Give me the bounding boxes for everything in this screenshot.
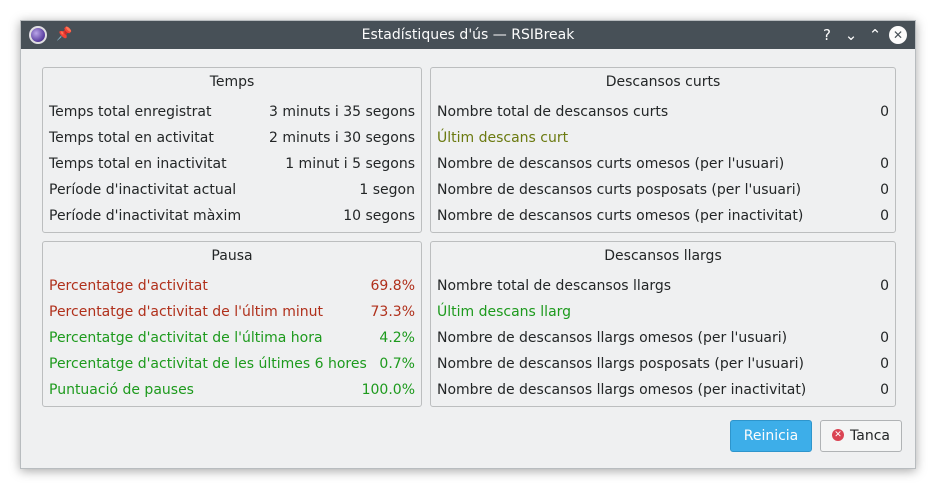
stat-row: Nombre de descansos curts posposats (per…: [437, 179, 889, 201]
statistics-dialog: 📌 Estadístiques d'ús — RSIBreak ? ⌄ ⌃ ✕ …: [20, 20, 916, 469]
group-title-descansos-curts: Descansos curts: [605, 74, 721, 90]
close-button[interactable]: ✕ Tanca: [820, 420, 902, 452]
stat-row: Percentatge d'activitat de l'última hora…: [49, 327, 415, 349]
stat-label: Percentatge d'activitat: [49, 278, 208, 294]
minimize-button[interactable]: ⌄: [841, 25, 861, 45]
stat-value: 0: [880, 156, 889, 172]
stat-value: 1 segon: [359, 182, 415, 198]
stat-label: Últim descans llarg: [437, 304, 572, 320]
stat-value: 69.8%: [370, 278, 415, 294]
close-icon: ✕: [832, 429, 845, 441]
stat-label: Percentatge d'activitat de les últimes 6…: [49, 356, 367, 372]
stat-row: Últim descans llarg: [437, 301, 889, 323]
close-window-button[interactable]: ✕: [889, 26, 907, 44]
stat-label: Període d'inactivitat actual: [49, 182, 237, 198]
close-button-label: Tanca: [850, 428, 890, 444]
reset-button[interactable]: Reinicia: [730, 420, 812, 452]
stat-label: Temps total enregistrat: [49, 104, 212, 120]
stat-row: Nombre de descansos curts omesos (per in…: [437, 205, 889, 227]
stat-value: 0: [880, 356, 889, 372]
stat-row: Nombre de descansos llargs omesos (per l…: [437, 327, 889, 349]
stat-row: Període d'inactivitat actual 1 segon: [49, 179, 415, 201]
stat-row: Nombre total de descansos curts 0: [437, 101, 889, 123]
stat-value: 0.7%: [379, 356, 415, 372]
stat-row: Percentatge d'activitat 69.8%: [49, 275, 415, 297]
stat-row: Període d'inactivitat màxim 10 segons: [49, 205, 415, 227]
stat-row: Nombre total de descansos llargs 0: [437, 275, 889, 297]
stat-label: Percentatge d'activitat de l'últim minut: [49, 304, 323, 320]
title-bar[interactable]: 📌 Estadístiques d'ús — RSIBreak ? ⌄ ⌃ ✕: [21, 21, 915, 49]
stat-value: 0: [880, 104, 889, 120]
stat-row: Nombre de descansos llargs omesos (per i…: [437, 379, 889, 401]
group-pausa: Pausa Percentatge d'activitat 69.8% Perc…: [42, 241, 422, 407]
stat-value: 100.0%: [361, 382, 415, 398]
stat-value: 0: [880, 330, 889, 346]
stat-value: 4.2%: [379, 330, 415, 346]
stat-label: Nombre total de descansos llargs: [437, 278, 672, 294]
stat-row: Percentatge d'activitat de l'últim minut…: [49, 301, 415, 323]
stat-label: Nombre de descansos curts omesos (per l'…: [437, 156, 785, 172]
stat-label: Percentatge d'activitat de l'última hora: [49, 330, 323, 346]
window-title: Estadístiques d'ús — RSIBreak: [361, 27, 575, 43]
stat-value: 3 minuts i 35 segons: [269, 104, 415, 120]
stat-value: 73.3%: [370, 304, 415, 320]
group-descansos-curts: Descansos curts Nombre total de descanso…: [430, 67, 896, 233]
stat-row: Nombre de descansos curts omesos (per l'…: [437, 153, 889, 175]
stat-label: Nombre total de descansos curts: [437, 104, 669, 120]
stat-value: 1 minut i 5 segons: [285, 156, 415, 172]
stat-label: Nombre de descansos llargs omesos (per l…: [437, 330, 788, 346]
maximize-button[interactable]: ⌃: [865, 25, 885, 45]
group-descansos-llargs: Descansos llargs Nombre total de descans…: [430, 241, 896, 407]
stat-row: Nombre de descansos llargs posposats (pe…: [437, 353, 889, 375]
stat-row: Percentatge d'activitat de les últimes 6…: [49, 353, 415, 375]
stat-value: 2 minuts i 30 segons: [269, 130, 415, 146]
stat-row: Puntuació de pauses 100.0%: [49, 379, 415, 401]
help-button[interactable]: ?: [817, 25, 837, 45]
stat-row: Últim descans curt: [437, 127, 889, 149]
stat-value: 0: [880, 182, 889, 198]
stat-label: Nombre de descansos curts posposats (per…: [437, 182, 802, 198]
stat-label: Nombre de descansos curts omesos (per in…: [437, 208, 804, 224]
stat-label: Últim descans curt: [437, 130, 569, 146]
stat-value: 0: [880, 278, 889, 294]
stat-label: Nombre de descansos llargs omesos (per i…: [437, 382, 807, 398]
stat-label: Nombre de descansos llargs posposats (pe…: [437, 356, 805, 372]
stat-row: Temps total en inactivitat 1 minut i 5 s…: [49, 153, 415, 175]
stat-label: Període d'inactivitat màxim: [49, 208, 242, 224]
stat-value: 0: [880, 382, 889, 398]
group-title-temps: Temps: [209, 74, 255, 90]
group-title-pausa: Pausa: [211, 248, 253, 264]
stat-row: Temps total enregistrat 3 minuts i 35 se…: [49, 101, 415, 123]
stat-label: Temps total en inactivitat: [49, 156, 227, 172]
group-temps: Temps Temps total enregistrat 3 minuts i…: [42, 67, 422, 233]
stat-value: 10 segons: [343, 208, 415, 224]
stat-label: Puntuació de pauses: [49, 382, 194, 398]
group-title-descansos-llargs: Descansos llargs: [604, 248, 722, 264]
stat-value: 0: [880, 208, 889, 224]
stat-label: Temps total en activitat: [49, 130, 214, 146]
stat-row: Temps total en activitat 2 minuts i 30 s…: [49, 127, 415, 149]
